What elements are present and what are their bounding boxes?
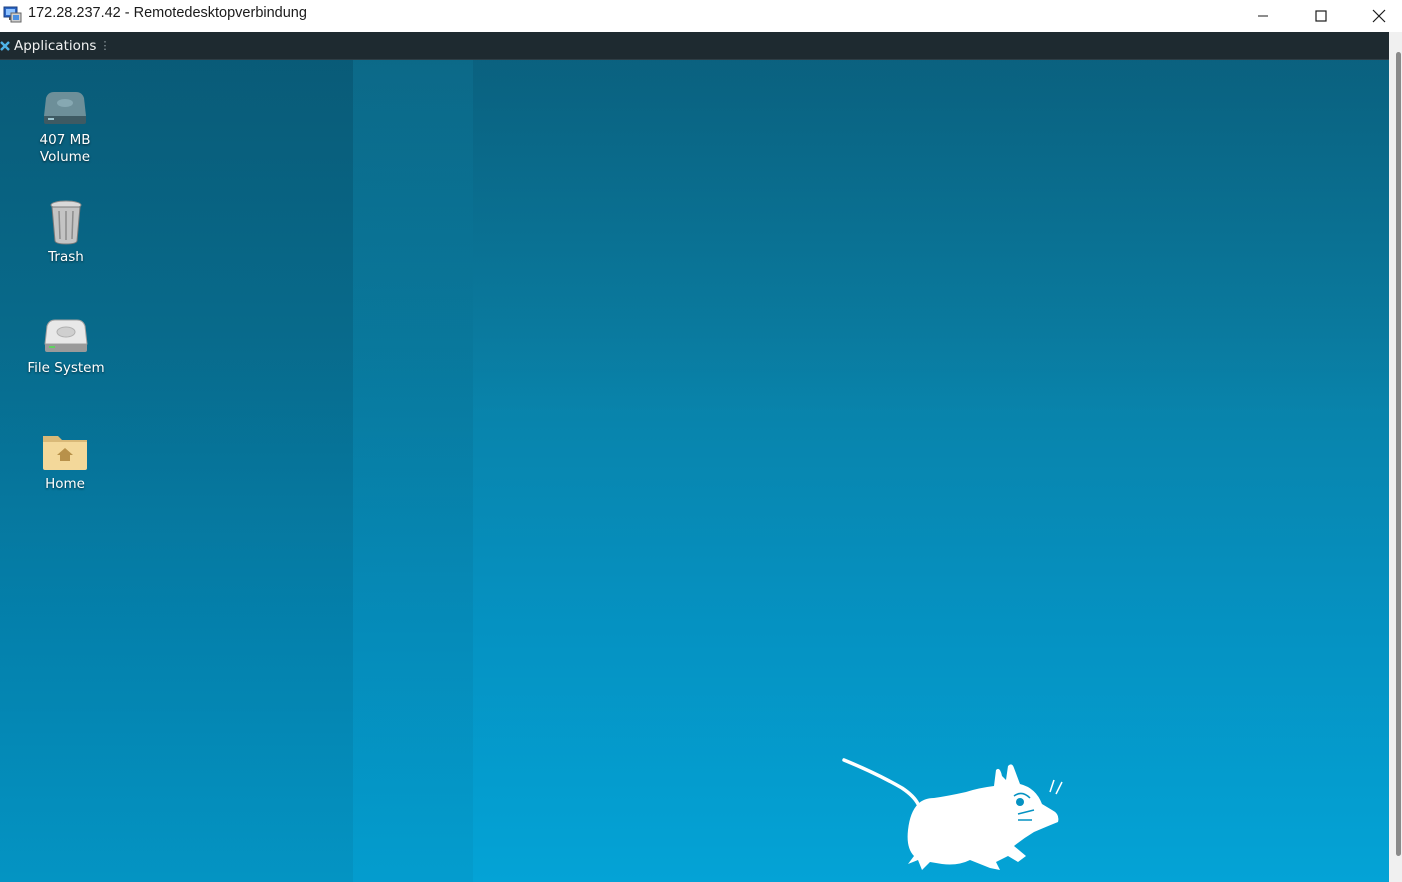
desktop-icon-label: File System (27, 360, 105, 376)
maximize-button[interactable] (1292, 0, 1350, 32)
xfce-logo-icon (0, 40, 10, 51)
remote-desktop-icon (3, 6, 22, 23)
remote-desktop[interactable]: Applications ⋮ 407 MB Volume Trash File … (0, 32, 1389, 882)
desktop-icon-home[interactable]: Home (15, 430, 115, 493)
minimize-button[interactable] (1234, 0, 1292, 32)
window-titlebar: 172.28.237.42 - Remotedesktopverbindung (0, 0, 1402, 32)
desktop-icon-file-system[interactable]: File System (16, 316, 116, 377)
applications-label: Applications (14, 37, 97, 54)
maximize-icon (1315, 10, 1327, 22)
close-button[interactable] (1350, 0, 1402, 32)
drive-icon (44, 92, 86, 124)
desktop-icon-label: Trash (48, 249, 84, 265)
harddisk-icon (44, 319, 88, 352)
desktop-shade (353, 32, 473, 882)
xfce-panel: Applications ⋮ (0, 32, 1389, 60)
desktop-icon-label: Home (45, 476, 85, 492)
trash-icon (50, 200, 82, 245)
minimize-icon (1258, 15, 1268, 17)
desktop-icon-label: 407 MB Volume (39, 132, 91, 165)
desktop-icon-volume[interactable]: 407 MB Volume (15, 88, 115, 166)
close-icon (1372, 9, 1386, 23)
panel-grip[interactable]: ⋮ (99, 39, 110, 52)
scrollbar-thumb[interactable] (1396, 52, 1401, 856)
applications-menu-button[interactable]: Applications ⋮ (0, 32, 110, 59)
desktop-icon-trash[interactable]: Trash (16, 199, 116, 266)
xfce-mouse-logo (842, 758, 1063, 870)
home-folder-icon (43, 436, 87, 470)
window-title: 172.28.237.42 - Remotedesktopverbindung (28, 5, 307, 21)
